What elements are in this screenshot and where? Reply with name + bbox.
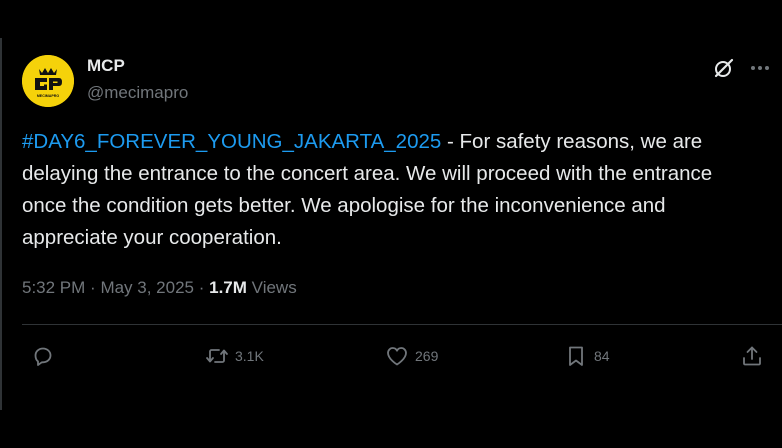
like-count: 269: [415, 348, 439, 364]
share-button[interactable]: [740, 342, 764, 370]
mecimapro-logo: MECIMAPRO: [22, 55, 74, 107]
retweet-icon: [206, 349, 228, 363]
tweet-date[interactable]: May 3, 2025: [100, 278, 194, 297]
display-name[interactable]: MCP: [87, 56, 125, 76]
share-icon: [743, 346, 761, 366]
meta-separator: ·: [198, 278, 210, 297]
bookmark-button[interactable]: 84: [564, 342, 610, 370]
views-label: Views: [251, 278, 297, 297]
tweet-card: MECIMAPRO MCP @mecimapro #DAY6_FOREVER_Y…: [0, 0, 782, 448]
left-border: [0, 38, 2, 410]
bookmark-count: 84: [594, 348, 610, 364]
reply-icon: [34, 347, 52, 366]
meta-separator: ·: [90, 278, 101, 297]
like-button[interactable]: 269: [385, 342, 438, 370]
avatar[interactable]: MECIMAPRO: [22, 55, 74, 107]
tweet-time[interactable]: 5:32 PM: [22, 278, 85, 297]
bookmark-icon: [569, 346, 583, 366]
retweet-count: 3.1K: [235, 348, 264, 364]
reply-button[interactable]: [31, 342, 55, 370]
svg-text:MECIMAPRO: MECIMAPRO: [37, 94, 60, 98]
retweet-button[interactable]: 3.1K: [205, 342, 264, 370]
user-handle[interactable]: @mecimapro: [87, 83, 188, 103]
hashtag-link[interactable]: #DAY6_FOREVER_YOUNG_JAKARTA_2025: [22, 130, 441, 153]
tweet-text: #DAY6_FOREVER_YOUNG_JAKARTA_2025 - For s…: [22, 126, 762, 254]
divider: [22, 324, 782, 325]
grok-icon[interactable]: [712, 56, 736, 80]
more-icon[interactable]: [748, 56, 772, 80]
tweet-meta: 5:32 PM · May 3, 2025 · 1.7M Views: [22, 278, 297, 298]
like-icon: [387, 347, 407, 366]
views-count: 1.7M: [209, 278, 247, 297]
